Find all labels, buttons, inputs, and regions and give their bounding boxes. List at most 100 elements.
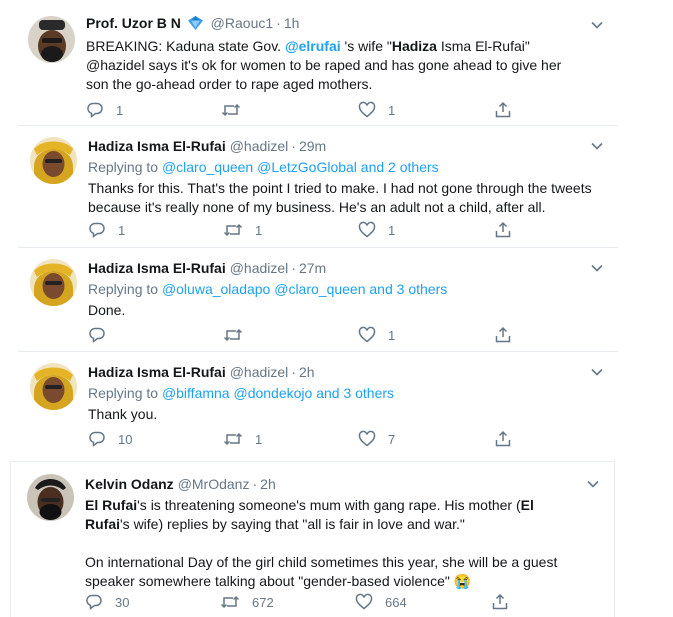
replying-to-users[interactable]: @oluwa_oladapo @claro_queen and 3 others — [162, 281, 447, 297]
like-button[interactable]: 1 — [358, 100, 395, 120]
reply-button[interactable]: 1 — [88, 220, 125, 240]
tweet-header: Hadiza Isma El-Rufai @hadizel · 27m — [88, 259, 608, 278]
timestamp[interactable]: 2h — [260, 476, 276, 492]
retweet-button[interactable] — [223, 325, 255, 345]
like-count: 7 — [388, 431, 396, 447]
reply-icon — [89, 222, 105, 238]
verified-badge-icon — [187, 16, 203, 35]
chevron-down-icon[interactable] — [586, 477, 600, 491]
divider — [18, 125, 618, 126]
reply-count: 30 — [115, 594, 130, 610]
chevron-down-icon[interactable] — [590, 365, 604, 379]
chevron-down-icon[interactable] — [590, 139, 604, 153]
like-button[interactable]: 7 — [358, 429, 395, 449]
reply-button[interactable]: 1 — [86, 100, 123, 120]
retweet-button[interactable]: 1 — [223, 220, 262, 240]
heart-icon — [355, 593, 373, 610]
share-button[interactable] — [491, 592, 509, 612]
reply-count: 1 — [116, 102, 124, 118]
tweet-card[interactable]: Hadiza Isma El-Rufai @hadizel · 29m Replyin… — [18, 127, 618, 247]
text-segment: 's wife " — [340, 38, 392, 54]
tweet-actions: 1 — [88, 325, 608, 345]
retweet-button[interactable]: 672 — [220, 592, 274, 612]
avatar[interactable] — [30, 363, 77, 410]
text-segment: 's wife) replies by saying that "all is … — [120, 516, 465, 532]
tweet-header: Hadiza Isma El-Rufai @hadizel · 29m — [88, 137, 608, 156]
timestamp[interactable]: 29m — [299, 138, 326, 154]
share-icon — [495, 101, 511, 118]
share-icon — [495, 221, 511, 238]
separator-dot: · — [291, 364, 296, 380]
tweet-text: Thanks for this. That's the point I trie… — [88, 180, 592, 215]
share-button[interactable] — [494, 325, 512, 345]
timestamp[interactable]: 1h — [284, 15, 300, 31]
like-count: 1 — [388, 222, 396, 238]
replying-to-label: Replying to — [88, 385, 159, 401]
reply-button[interactable]: 10 — [88, 429, 132, 449]
chevron-down-icon[interactable] — [590, 261, 604, 275]
reply-icon — [89, 431, 105, 447]
chevron-down-icon[interactable] — [590, 18, 604, 32]
replying-to: Replying to @claro_queen @LetzGoGlobal a… — [88, 158, 608, 177]
reply-icon — [86, 594, 102, 610]
replying-to: Replying to @oluwa_oladapo @claro_queen … — [88, 280, 608, 299]
text-segment: BREAKING: Kaduna state Gov. — [86, 38, 285, 54]
card-border-right — [614, 461, 615, 617]
avatar[interactable] — [30, 259, 77, 306]
avatar[interactable] — [27, 474, 74, 521]
share-button[interactable] — [494, 429, 512, 449]
like-button[interactable]: 1 — [358, 220, 395, 240]
tweet-card[interactable]: Hadiza Isma El-Rufai @hadizel · 27m Replyin… — [18, 249, 618, 350]
username[interactable]: @Raouc1 — [211, 15, 273, 31]
replying-to-users[interactable]: @biffamna @dondekojo and 3 others — [162, 385, 394, 401]
retweet-button[interactable] — [221, 100, 253, 120]
reply-count: 10 — [118, 431, 133, 447]
highlighted-term: Hadiza — [391, 38, 437, 54]
tweet-actions: 1 1 — [86, 100, 606, 120]
tweet-actions: 30 672 664 — [85, 592, 605, 612]
display-name[interactable]: Kelvin Odanz — [85, 476, 174, 492]
tweet-text: Thank you. — [88, 406, 158, 422]
retweet-icon — [220, 595, 240, 609]
reply-button[interactable] — [88, 325, 118, 345]
tweet-text: BREAKING: Kaduna state Gov. @elrufai 's … — [86, 37, 586, 94]
highlighted-term: El Rufai — [85, 497, 138, 513]
heart-icon — [358, 101, 376, 118]
reply-button[interactable]: 30 — [85, 592, 129, 612]
username[interactable]: @hadizel — [230, 260, 289, 276]
timestamp[interactable]: 2h — [299, 364, 315, 380]
reply-count: 1 — [118, 222, 126, 238]
reply-icon — [87, 102, 103, 118]
separator-dot: · — [291, 260, 296, 276]
tweet-actions: 1 1 1 — [88, 220, 608, 240]
avatar[interactable] — [28, 16, 75, 63]
display-name[interactable]: Hadiza Isma El-Rufai — [88, 138, 226, 154]
retweet-button[interactable]: 1 — [223, 429, 262, 449]
heart-icon — [358, 430, 376, 447]
tweet-text-paragraph: On international Day of the girl child s… — [85, 554, 558, 589]
like-count: 1 — [388, 102, 396, 118]
like-button[interactable]: 1 — [358, 325, 395, 345]
display-name[interactable]: Hadiza Isma El-Rufai — [88, 260, 226, 276]
display-name[interactable]: Hadiza Isma El-Rufai — [88, 364, 226, 380]
username[interactable]: @hadizel — [230, 138, 289, 154]
display-name[interactable]: Prof. Uzor B N — [86, 15, 181, 31]
divider — [18, 247, 618, 248]
divider — [18, 351, 618, 352]
share-button[interactable] — [494, 220, 512, 240]
share-icon — [495, 430, 511, 447]
mention-link[interactable]: @elrufai — [285, 38, 341, 54]
reply-icon — [89, 327, 105, 343]
username[interactable]: @MrOdanz — [178, 476, 250, 492]
tweet-card[interactable]: Prof. Uzor B N @Raouc1 · 1h BREAKING: Kadu… — [18, 8, 618, 126]
replying-to-label: Replying to — [88, 281, 159, 297]
share-button[interactable] — [494, 100, 512, 120]
tweet-actions: 10 1 7 — [88, 429, 608, 449]
tweet-card[interactable]: Kelvin Odanz @MrOdanz · 2h El Rufai's is th… — [11, 462, 613, 617]
timestamp[interactable]: 27m — [299, 260, 326, 276]
like-button[interactable]: 664 — [355, 592, 407, 612]
username[interactable]: @hadizel — [230, 364, 289, 380]
avatar[interactable] — [30, 137, 77, 184]
tweet-card[interactable]: Hadiza Isma El-Rufai @hadizel · 2h Replying… — [18, 353, 618, 455]
replying-to-users[interactable]: @claro_queen @LetzGoGlobal and 2 others — [162, 159, 439, 175]
